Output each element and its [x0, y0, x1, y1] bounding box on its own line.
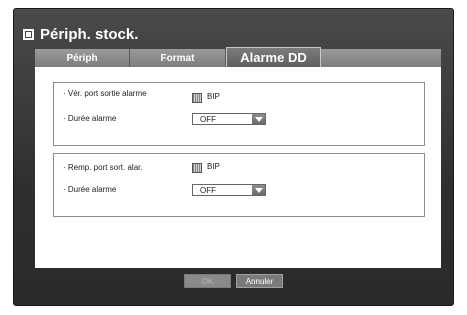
ok-button[interactable]: OK: [184, 274, 231, 288]
alarm-group-replace: · Remp. port sort. alar. BIP · Durée ala…: [53, 153, 425, 217]
tab-bar: Périph Format Alarme DD: [35, 47, 441, 67]
duration-select-2[interactable]: OFF: [192, 184, 266, 196]
duration-select-1[interactable]: OFF: [192, 113, 266, 125]
replace-port-label: · Remp. port sort. alar.: [63, 163, 143, 172]
duration-value-2: OFF: [200, 186, 216, 195]
bip-checkbox-1[interactable]: [192, 93, 202, 103]
bip-label-2: BIP: [207, 162, 220, 171]
duration-value-1: OFF: [200, 115, 216, 124]
button-bar: OK Annuler: [0, 274, 467, 288]
bip-label-1: BIP: [207, 92, 220, 101]
tab-format[interactable]: Format: [130, 49, 226, 67]
tab-periph[interactable]: Périph: [35, 49, 130, 67]
content-panel: · Vér. port sortie alarme BIP · Durée al…: [35, 67, 441, 268]
duration-label-2: · Durée alarme: [63, 185, 117, 194]
storage-icon: [23, 28, 34, 40]
page-title-text: Périph. stock.: [40, 25, 139, 43]
chevron-down-icon[interactable]: [252, 114, 265, 124]
duration-label-1: · Durée alarme: [63, 114, 117, 123]
tab-bar-filler: [321, 49, 441, 67]
bip-checkbox-2[interactable]: [192, 163, 202, 173]
page-title: Périph. stock.: [23, 24, 138, 44]
cancel-button[interactable]: Annuler: [236, 274, 283, 288]
alarm-group-check: · Vér. port sortie alarme BIP · Durée al…: [53, 82, 425, 146]
chevron-down-icon[interactable]: [252, 185, 265, 195]
check-port-label: · Vér. port sortie alarme: [63, 89, 147, 98]
tab-alarme-dd[interactable]: Alarme DD: [226, 47, 321, 67]
